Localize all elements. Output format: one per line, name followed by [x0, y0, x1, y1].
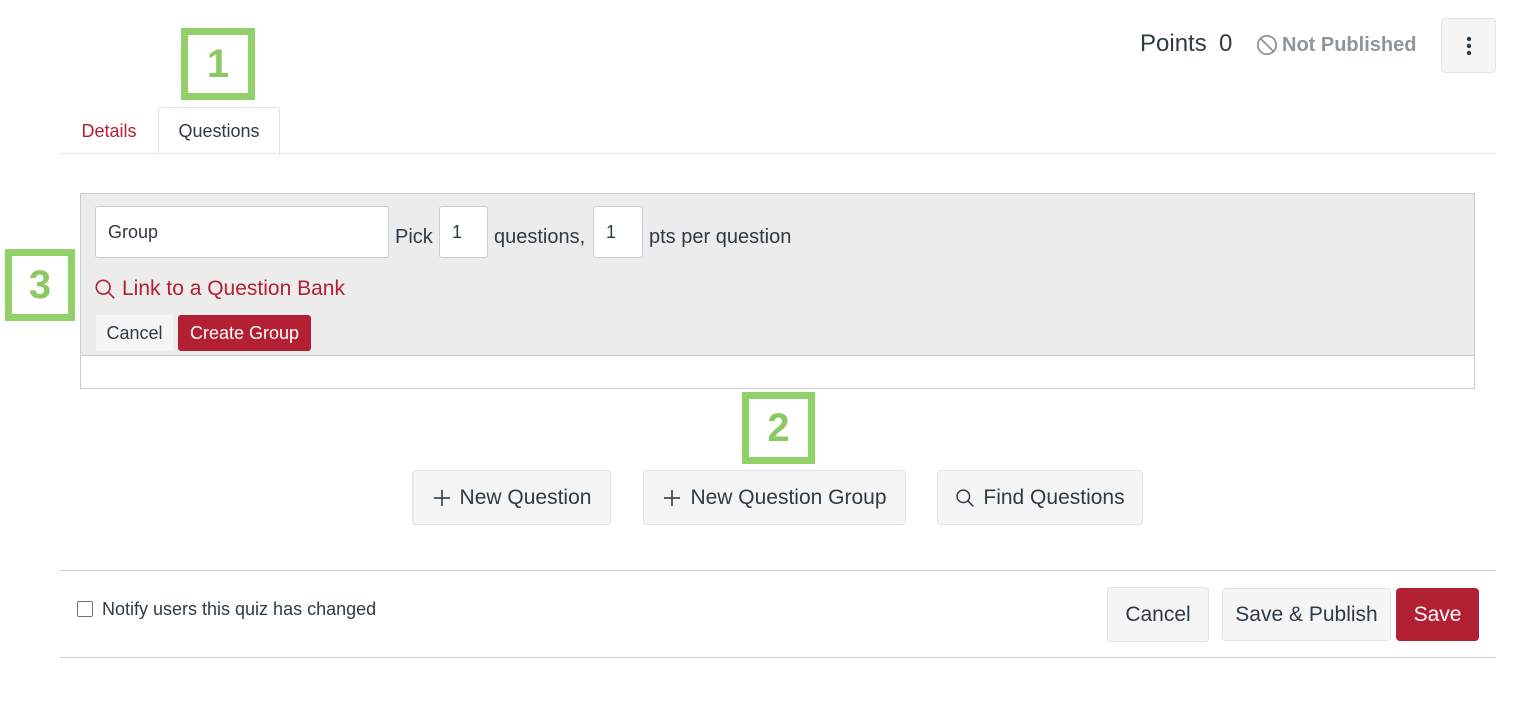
footer-divider-top	[60, 570, 1496, 571]
link-question-bank[interactable]: Link to a Question Bank	[94, 276, 345, 302]
footer-divider-bottom	[60, 657, 1496, 658]
tab-details[interactable]: Details	[60, 108, 158, 154]
new-question-group-label: New Question Group	[690, 485, 887, 509]
not-published-icon	[1256, 34, 1278, 56]
callout-marker-2: 2	[742, 392, 815, 464]
kebab-menu-button[interactable]	[1441, 18, 1496, 73]
callout-marker-1: 1	[181, 28, 255, 100]
questions-label: questions,	[494, 226, 586, 248]
plus-icon	[433, 489, 450, 506]
pick-label: Pick	[395, 226, 433, 248]
points-per-question-input[interactable]	[593, 206, 643, 258]
new-question-label: New Question	[459, 485, 592, 509]
cancel-button[interactable]: Cancel	[1107, 587, 1209, 642]
notify-users-checkbox[interactable]	[77, 601, 93, 617]
callout-marker-3: 3	[5, 249, 75, 321]
link-question-bank-label: Link to a Question Bank	[122, 277, 345, 300]
search-icon	[956, 488, 975, 507]
tab-divider	[60, 153, 1496, 154]
publish-status: Not Published	[1256, 31, 1416, 59]
publish-status-label: Not Published	[1282, 33, 1417, 56]
points-label: Points	[1140, 30, 1207, 57]
kebab-menu-icon	[1466, 36, 1471, 55]
new-question-group-button[interactable]: New Question Group	[643, 470, 906, 525]
search-icon	[95, 279, 115, 299]
pick-count-input[interactable]	[439, 206, 488, 258]
plus-icon	[664, 489, 681, 506]
save-and-publish-button[interactable]: Save & Publish	[1222, 588, 1391, 641]
find-questions-label: Find Questions	[983, 485, 1125, 509]
notify-users-label: Notify users this quiz has changed	[102, 598, 377, 619]
save-button[interactable]: Save	[1396, 588, 1479, 641]
create-group-button[interactable]: Create Group	[178, 315, 311, 351]
notify-users-option[interactable]: Notify users this quiz has changed	[77, 598, 376, 620]
find-questions-button[interactable]: Find Questions	[937, 470, 1143, 525]
cancel-group-button[interactable]: Cancel	[96, 315, 173, 351]
group-name-input[interactable]	[95, 206, 389, 258]
pts-per-question-label: pts per question	[649, 226, 792, 248]
points-value: 0	[1219, 30, 1233, 57]
new-question-button[interactable]: New Question	[412, 470, 611, 525]
tab-questions[interactable]: Questions	[158, 107, 280, 155]
